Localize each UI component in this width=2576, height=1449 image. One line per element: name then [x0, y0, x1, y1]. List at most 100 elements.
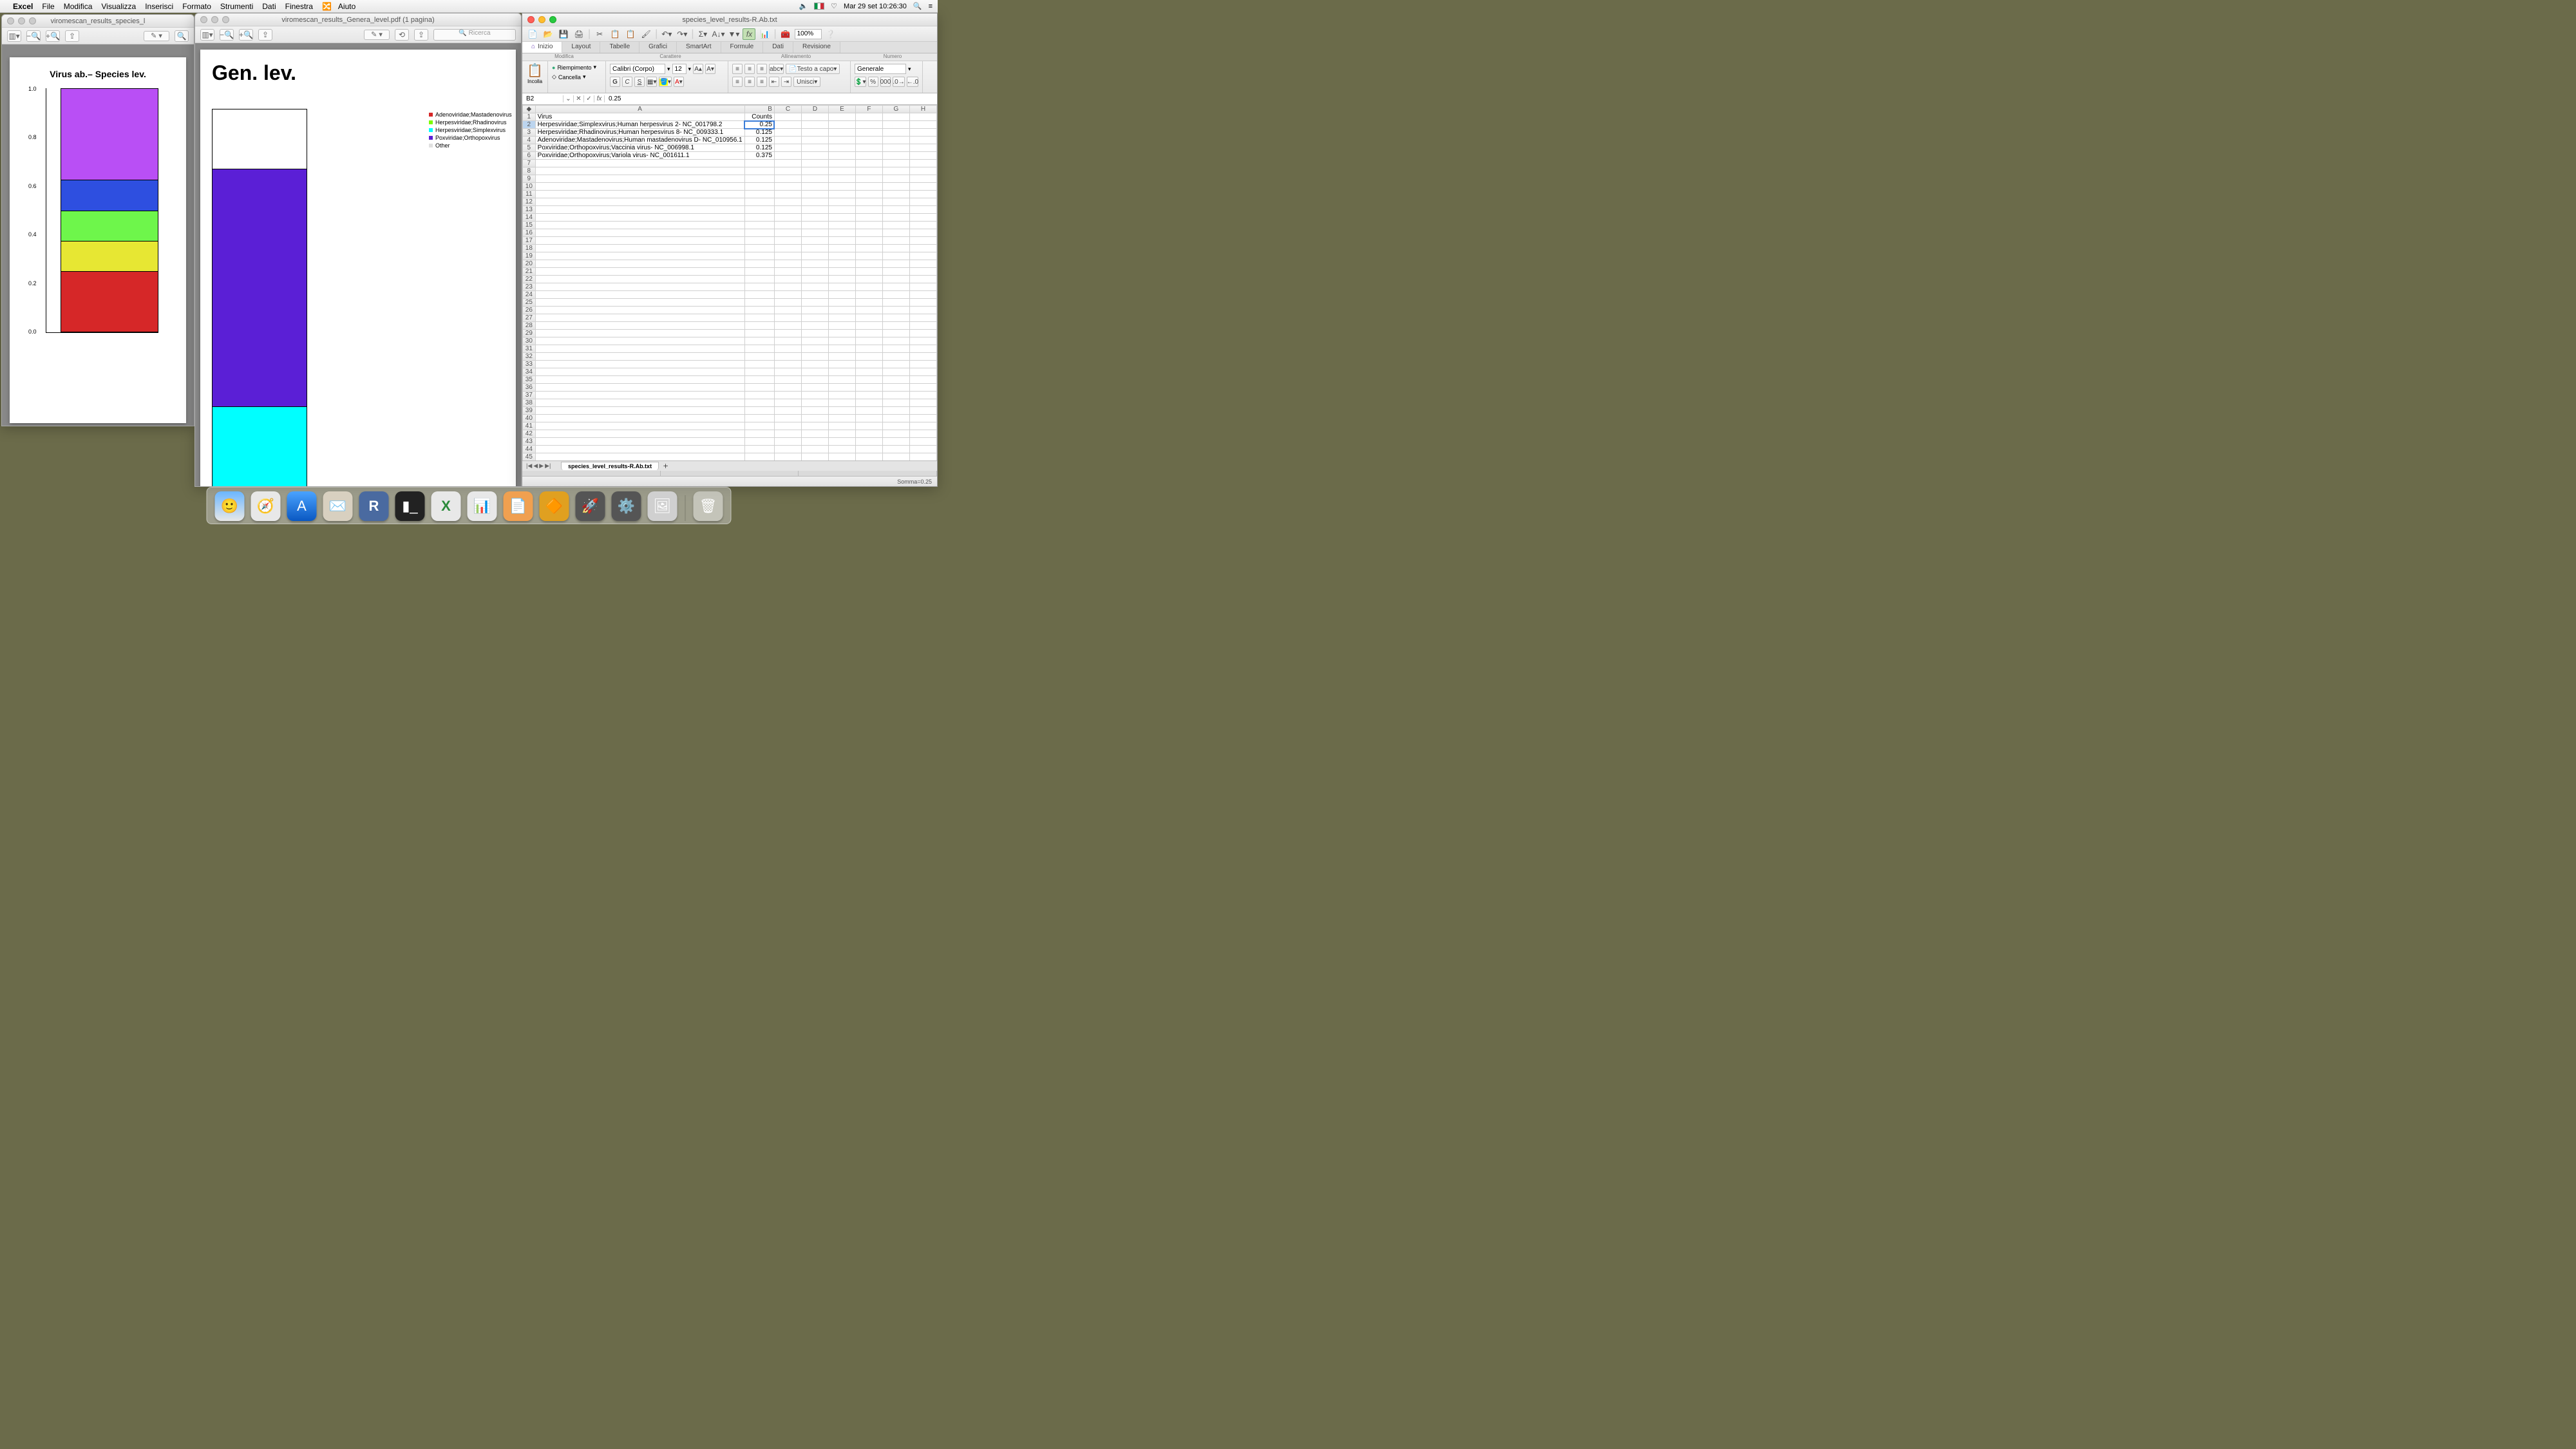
cell[interactable]	[909, 214, 936, 222]
cell[interactable]	[535, 314, 744, 322]
cell[interactable]	[774, 183, 801, 191]
align-top-icon[interactable]: ≡	[732, 64, 743, 74]
cell[interactable]	[535, 245, 744, 252]
cancel-fx-icon[interactable]: ✕	[574, 95, 584, 102]
toolbox-icon[interactable]: 🧰	[779, 28, 792, 40]
cell[interactable]	[855, 167, 882, 175]
cell[interactable]	[882, 167, 909, 175]
cell[interactable]	[882, 276, 909, 283]
cell[interactable]	[801, 384, 828, 392]
cell[interactable]	[774, 283, 801, 291]
cell[interactable]	[829, 175, 856, 183]
cell[interactable]	[855, 337, 882, 345]
help-icon[interactable]: ❔	[824, 28, 837, 40]
launchpad-icon[interactable]: 🚀	[576, 491, 605, 521]
row-header[interactable]: 40	[523, 415, 536, 422]
cell[interactable]	[535, 361, 744, 368]
cell[interactable]	[882, 299, 909, 307]
cell[interactable]	[909, 137, 936, 144]
cell[interactable]	[855, 399, 882, 407]
cell[interactable]	[909, 376, 936, 384]
cell[interactable]	[744, 453, 774, 461]
cell[interactable]	[829, 222, 856, 229]
open-icon[interactable]: 📂	[542, 28, 554, 40]
cell[interactable]	[801, 407, 828, 415]
cell[interactable]	[829, 453, 856, 461]
cell[interactable]	[774, 407, 801, 415]
export-icon[interactable]: ⇪	[414, 29, 428, 41]
add-sheet-icon[interactable]: ＋	[659, 462, 672, 470]
cell[interactable]	[829, 167, 856, 175]
cell[interactable]	[855, 214, 882, 222]
cell[interactable]	[535, 422, 744, 430]
cell[interactable]	[801, 144, 828, 152]
cell[interactable]: 0.25	[744, 121, 774, 129]
menu-view[interactable]: Visualizza	[101, 2, 136, 11]
cell[interactable]	[801, 276, 828, 283]
cell[interactable]	[774, 129, 801, 137]
cell[interactable]	[744, 407, 774, 415]
row-header[interactable]: 1	[523, 113, 536, 121]
cell[interactable]	[909, 276, 936, 283]
row-header[interactable]: 29	[523, 330, 536, 337]
cell[interactable]	[882, 399, 909, 407]
cell[interactable]	[774, 314, 801, 322]
cell[interactable]	[774, 206, 801, 214]
tab-layout[interactable]: Layout	[562, 42, 600, 53]
cell[interactable]	[829, 422, 856, 430]
col-header[interactable]: A	[535, 106, 744, 113]
row-header[interactable]: 15	[523, 222, 536, 229]
cell[interactable]	[855, 222, 882, 229]
row-header[interactable]: 21	[523, 268, 536, 276]
cell[interactable]	[801, 198, 828, 206]
cell[interactable]	[774, 152, 801, 160]
cell[interactable]	[855, 252, 882, 260]
row-header[interactable]: 6	[523, 152, 536, 160]
grow-font-icon[interactable]: A▴	[693, 64, 703, 74]
row-header[interactable]: 37	[523, 392, 536, 399]
row-header[interactable]: 10	[523, 183, 536, 191]
border-icon[interactable]: ▦▾	[647, 77, 657, 87]
cell[interactable]	[744, 175, 774, 183]
cell[interactable]	[829, 252, 856, 260]
align-center-icon[interactable]: ≡	[744, 77, 755, 87]
cell[interactable]	[535, 291, 744, 299]
cell[interactable]	[774, 299, 801, 307]
cell[interactable]	[535, 368, 744, 376]
cell[interactable]	[801, 430, 828, 438]
cell[interactable]	[855, 152, 882, 160]
cell[interactable]	[801, 160, 828, 167]
cell[interactable]	[535, 283, 744, 291]
cell[interactable]	[882, 175, 909, 183]
row-header[interactable]: 9	[523, 175, 536, 183]
cell[interactable]	[829, 291, 856, 299]
cell[interactable]	[744, 283, 774, 291]
cell[interactable]	[535, 252, 744, 260]
cell[interactable]	[829, 206, 856, 214]
cell[interactable]	[829, 345, 856, 353]
sheet-tab[interactable]: species_level_results-R.Ab.txt	[561, 462, 659, 470]
pdf-species-window[interactable]: viromescan_results_species_l ▥▾ −🔍 +🔍 ⇪ …	[1, 14, 194, 426]
cell[interactable]	[855, 183, 882, 191]
settings-icon[interactable]: ⚙️	[612, 491, 641, 521]
cell[interactable]	[909, 430, 936, 438]
cell[interactable]	[774, 345, 801, 353]
cell[interactable]	[829, 152, 856, 160]
cell[interactable]	[744, 415, 774, 422]
cell[interactable]	[801, 353, 828, 361]
name-box[interactable]: B2	[522, 95, 564, 102]
cell[interactable]	[829, 160, 856, 167]
terminal-icon[interactable]: ▮_	[395, 491, 425, 521]
menubar[interactable]: Excel File Modifica Visualizza Inserisci…	[0, 0, 938, 13]
cell[interactable]	[882, 260, 909, 268]
cell[interactable]	[774, 330, 801, 337]
row-header[interactable]: 25	[523, 299, 536, 307]
row-header[interactable]: 7	[523, 160, 536, 167]
align-left-icon[interactable]: ≡	[732, 77, 743, 87]
cell[interactable]	[774, 167, 801, 175]
cell[interactable]	[801, 129, 828, 137]
percent-icon[interactable]: %	[868, 77, 878, 87]
cell[interactable]	[744, 353, 774, 361]
cell[interactable]	[801, 337, 828, 345]
cell[interactable]	[855, 415, 882, 422]
